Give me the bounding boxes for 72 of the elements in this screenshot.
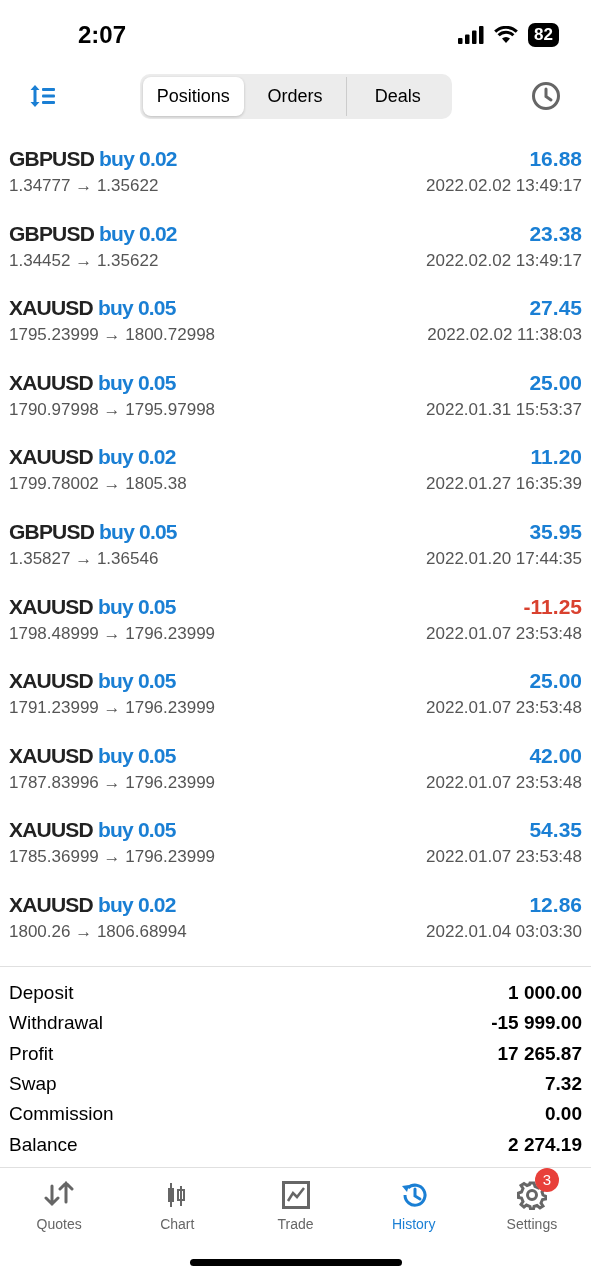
- summary-label: Profit: [9, 1042, 54, 1065]
- deal-title: XAUUSD buy 0.05: [9, 669, 176, 694]
- summary-value: 0.00: [545, 1103, 582, 1126]
- deal-title: XAUUSD buy 0.05: [9, 743, 176, 768]
- deal-time: 2022.02.02 13:49:17: [426, 176, 582, 196]
- price-range: 1787.83996 → 1796.23999: [9, 772, 216, 793]
- deal-time: 2022.01.27 16:35:39: [426, 474, 582, 495]
- deal-time: 2022.01.07 23:53:48: [426, 847, 582, 868]
- deal-time: 2022.02.02 13:49:17: [426, 250, 582, 271]
- profit-value: 23.38: [529, 221, 582, 246]
- deal-time: 2022.01.07 23:53:48: [426, 623, 582, 644]
- deal-title: XAUUSD buy 0.02: [9, 892, 176, 917]
- summary-value: 17 265.87: [497, 1042, 582, 1065]
- price-range: 1785.36999 → 1796.23999: [9, 847, 216, 868]
- segment-tab[interactable]: Deals: [345, 76, 449, 116]
- signal-icon: [458, 26, 485, 44]
- profit-value: 16.88: [529, 147, 582, 171]
- profit-value: 11.20: [530, 445, 582, 470]
- deal-time: 2022.01.20 17:44:35: [426, 548, 582, 569]
- tab-bar-item[interactable]: 3 Settings: [472, 1168, 591, 1244]
- summary-label: Withdrawal: [9, 1012, 103, 1035]
- trade-icon: [280, 1180, 311, 1210]
- profit-value: 27.45: [529, 296, 582, 321]
- profit-value: 54.35: [529, 818, 582, 843]
- deal-title: GBPUSD buy 0.02: [9, 221, 177, 246]
- deal-time: 2022.02.02 11:38:03: [427, 325, 582, 346]
- summary-label: Swap: [9, 1072, 57, 1095]
- price-range: 1791.23999 → 1796.23999: [9, 698, 216, 719]
- deal-title: XAUUSD buy 0.05: [9, 594, 176, 619]
- price-range: 1.34777 → 1.35622: [9, 176, 159, 196]
- price-range: 1799.78002 → 1805.38: [9, 474, 187, 495]
- segment-tab[interactable]: Positions: [142, 76, 245, 116]
- deal-time: 2022.01.07 23:53:48: [426, 772, 582, 793]
- price-range: 1790.97998 → 1795.97998: [9, 399, 216, 420]
- clock-icon[interactable]: [531, 81, 561, 111]
- profit-value: -11.25: [523, 594, 582, 619]
- tab-bar-item[interactable]: Trade: [236, 1168, 355, 1244]
- deal-title: XAUUSD buy 0.02: [9, 445, 176, 470]
- price-range: 1798.48999 → 1796.23999: [9, 623, 216, 644]
- tab-bar-item[interactable]: Chart: [118, 1168, 237, 1244]
- summary-value: 1 000.00: [508, 981, 582, 1004]
- summary-value: 2 274.19: [508, 1133, 582, 1156]
- sort-icon[interactable]: [30, 84, 56, 108]
- clock-time: 2:07: [78, 21, 127, 49]
- deal-time: 2022.01.31 15:53:37: [426, 399, 582, 420]
- notification-badge: 3: [534, 1168, 559, 1192]
- price-range: 1.35827 → 1.36546: [9, 548, 159, 569]
- profit-value: 35.95: [529, 519, 582, 544]
- deal-title: XAUUSD buy 0.05: [9, 370, 176, 395]
- summary-value: 7.32: [545, 1072, 582, 1095]
- wifi-icon: [494, 26, 519, 44]
- profit-value: 25.00: [529, 669, 582, 694]
- battery-level: 82: [528, 23, 559, 47]
- summary-value: -15 999.00: [491, 1012, 582, 1035]
- price-range: 1795.23999 → 1800.72998: [9, 325, 216, 346]
- deal-time: 2022.01.07 23:53:48: [426, 698, 582, 719]
- price-range: 1800.26 → 1806.68994: [9, 921, 187, 942]
- segment-tab[interactable]: Orders: [244, 76, 346, 116]
- summary-label: Deposit: [9, 981, 74, 1004]
- deal-title: GBPUSD buy 0.05: [9, 519, 177, 544]
- price-range: 1.34452 → 1.35622: [9, 250, 159, 271]
- deal-title: XAUUSD buy 0.05: [9, 818, 176, 843]
- profit-value: 42.00: [529, 743, 582, 768]
- summary-label: Commission: [9, 1103, 114, 1126]
- deal-title: GBPUSD buy 0.02: [9, 147, 177, 171]
- profit-value: 25.00: [529, 370, 582, 395]
- summary-label: Balance: [9, 1133, 78, 1156]
- tab-bar-item[interactable]: Quotes: [0, 1168, 119, 1244]
- deal-time: 2022.01.04 03:03:30: [426, 921, 582, 942]
- profit-value: 12.86: [529, 892, 582, 917]
- tab-bar-item[interactable]: History: [354, 1168, 473, 1244]
- deal-title: XAUUSD buy 0.05: [9, 296, 176, 321]
